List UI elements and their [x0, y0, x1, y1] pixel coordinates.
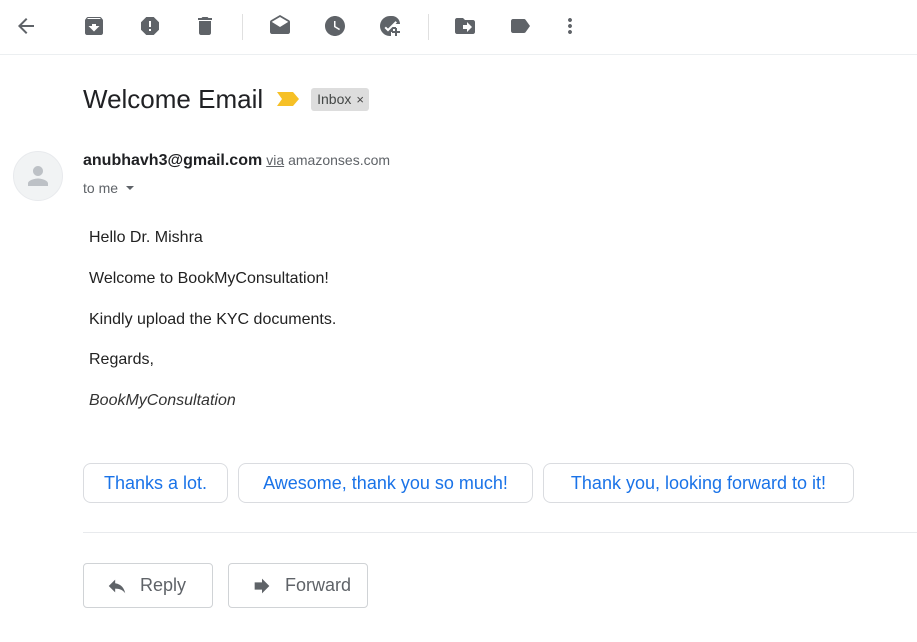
reply-icon — [108, 579, 126, 593]
forward-icon — [254, 578, 270, 593]
smart-reply-button[interactable]: Thanks a lot. — [83, 463, 228, 503]
delete-icon — [198, 17, 212, 35]
sender-row: anubhavh3@gmail.com via amazonses.com — [83, 152, 390, 174]
reply-label: Reply — [140, 575, 187, 595]
report-spam-button[interactable] — [134, 10, 166, 42]
inbox-label-chip: Inbox × — [311, 87, 369, 111]
email-subject: Welcome Email — [83, 84, 264, 114]
mark-unread-button[interactable] — [264, 10, 296, 42]
mark-unread-icon — [270, 15, 290, 34]
report-spam-icon — [141, 17, 159, 35]
body-line: Regards, — [89, 351, 154, 368]
toolbar-separator — [428, 14, 429, 40]
divider — [83, 532, 917, 533]
sender-email[interactable]: anubhavh3@gmail.com — [83, 152, 262, 170]
more-options-button[interactable] — [554, 10, 586, 42]
subject-row: Welcome Email Inbox × — [83, 80, 369, 118]
reply-button[interactable]: Reply — [83, 563, 213, 608]
snooze-icon — [325, 16, 345, 36]
dropdown-arrow-icon — [126, 186, 135, 190]
move-to-button[interactable] — [449, 10, 481, 42]
move-to-icon — [455, 18, 475, 34]
forward-label: Forward — [285, 575, 352, 595]
remove-label-icon[interactable]: × — [356, 92, 364, 107]
label-text: Inbox — [317, 91, 352, 107]
add-to-tasks-icon — [380, 16, 400, 36]
more-vert-icon — [568, 18, 572, 34]
back-button[interactable] — [10, 10, 42, 42]
labels-icon — [511, 19, 530, 33]
body-line: Welcome to BookMyConsultation! — [89, 270, 329, 287]
person-icon — [28, 166, 48, 186]
body-line: Hello Dr. Mishra — [89, 229, 203, 246]
toolbar — [0, 0, 917, 55]
body-signature: BookMyConsultation — [89, 392, 236, 409]
forward-button[interactable]: Forward — [228, 563, 368, 608]
recipient-label: to me — [83, 180, 119, 196]
smart-reply-button[interactable]: Thank you, looking forward to it! — [543, 463, 854, 503]
smart-reply-button[interactable]: Awesome, thank you so much! — [238, 463, 533, 503]
labels-button[interactable] — [504, 10, 536, 42]
archive-icon — [85, 17, 103, 35]
toolbar-separator — [242, 14, 243, 40]
recipient-details-toggle[interactable]: to me — [83, 178, 136, 198]
back-arrow-icon — [18, 18, 34, 34]
body-line: Kindly upload the KYC documents. — [89, 311, 337, 328]
sender-avatar[interactable] — [13, 151, 63, 201]
snooze-button[interactable] — [319, 10, 351, 42]
via-domain: amazonses.com — [288, 152, 391, 168]
add-to-tasks-button[interactable] — [374, 10, 406, 42]
delete-button[interactable] — [189, 10, 221, 42]
via-link[interactable]: via — [266, 152, 284, 168]
importance-marker-icon[interactable] — [277, 92, 300, 106]
archive-button[interactable] — [78, 10, 110, 42]
